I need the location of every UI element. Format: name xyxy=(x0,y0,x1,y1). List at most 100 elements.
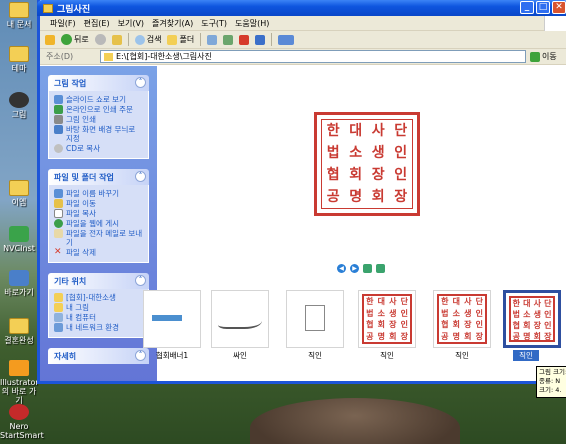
folder-icon xyxy=(9,180,29,196)
place-network[interactable]: 내 네트워크 환경 xyxy=(54,323,143,332)
seal-glyph: 법 xyxy=(441,307,449,318)
desktop-icon-wedding[interactable]: 결혼완성 xyxy=(0,318,38,345)
folders-button[interactable]: 폴더 xyxy=(167,34,194,45)
up-folder-icon[interactable] xyxy=(111,34,122,45)
panel-header[interactable]: 자세히 ˄ xyxy=(48,348,149,364)
task-rename[interactable]: 파일 이름 바꾸기 xyxy=(54,189,143,198)
toolbar: 뒤로 검색 폴더 xyxy=(40,31,566,49)
minimize-button[interactable]: _ xyxy=(520,1,534,14)
undo-icon[interactable] xyxy=(255,34,266,45)
task-label: 온라인으로 인쇄 주문 xyxy=(66,105,133,114)
desktop-icon-em[interactable]: 이엠 xyxy=(0,180,38,207)
desktop-icon-nvcinst[interactable]: NVCInst xyxy=(0,226,38,253)
seal-thumbnail-image: 한대사단법소생인협회장인공명회장 xyxy=(509,296,555,342)
seal-glyph: 공 xyxy=(326,189,340,205)
views-icon[interactable] xyxy=(278,34,295,45)
task-copy[interactable]: 파일 복사 xyxy=(54,209,143,218)
thumbnail-seal[interactable]: 한대사단법소생인협회장인공명회장 xyxy=(358,290,416,348)
panel-header[interactable]: 기타 위치 ˄ xyxy=(48,273,149,289)
task-order-prints[interactable]: 온라인으로 인쇄 주문 xyxy=(54,105,143,114)
preview-controls: ◀ ▶ xyxy=(337,264,385,273)
task-copy-cd[interactable]: CD로 복사 xyxy=(54,144,143,153)
network-icon xyxy=(54,323,63,332)
task-move[interactable]: 파일 이동 xyxy=(54,199,143,208)
thumbnail-seal[interactable]: 한대사단법소생인협회장인공명회장 xyxy=(433,290,491,348)
desktop-icon-theme[interactable]: 테마 xyxy=(0,46,38,73)
task-label: 내 네트워크 환경 xyxy=(66,323,120,332)
menu-file[interactable]: 파일(F) xyxy=(50,18,76,29)
desktop-icon-label: 테마 xyxy=(11,64,27,73)
task-delete[interactable]: ✕ 파일 삭제 xyxy=(54,247,143,258)
title-bar[interactable]: 그림사진 _ □ ✕ xyxy=(37,0,566,16)
menu-view[interactable]: 보기(V) xyxy=(118,18,144,29)
desktop-icon-shortcut[interactable]: 바로가기 xyxy=(0,270,38,297)
go-button[interactable]: 이동 xyxy=(530,51,566,62)
rotate-right-icon[interactable] xyxy=(376,264,385,273)
desktop-icon-label: 그림 xyxy=(11,110,27,119)
task-email[interactable]: 파일을 전자 메일로 보내기 xyxy=(54,229,143,247)
task-label: 바탕 화면 배경 무늬로 지정 xyxy=(66,125,136,143)
thumbnail-label: 싸인 xyxy=(233,351,247,360)
collapse-icon[interactable]: ˄ xyxy=(135,275,146,286)
seal-glyph: 인 xyxy=(475,307,483,318)
seal-glyph: 소 xyxy=(452,307,460,318)
collapse-icon[interactable]: ˄ xyxy=(135,77,146,88)
menu-favorites[interactable]: 즐겨찾기(A) xyxy=(152,18,193,29)
previous-image-icon[interactable]: ◀ xyxy=(337,264,346,273)
thumbnail-label: 직인 xyxy=(513,350,539,361)
seal-glyph: 법 xyxy=(512,309,520,319)
desktop-icon-picture[interactable]: 그림 xyxy=(0,92,38,119)
close-button[interactable]: ✕ xyxy=(552,1,566,14)
thumbnail-banner[interactable] xyxy=(143,290,201,348)
file-tasks-panel: 파일 및 폴더 작업 ˄ 파일 이름 바꾸기 파일 이동 파일 복사 파일을 웹… xyxy=(48,169,149,263)
move-to-icon[interactable] xyxy=(207,34,218,45)
place-my-pictures[interactable]: 내 그림 xyxy=(54,303,143,312)
menu-edit[interactable]: 편집(E) xyxy=(84,18,110,29)
address-value: E:\[협회]-대한소생\그림사진 xyxy=(116,52,212,61)
maximize-button[interactable]: □ xyxy=(536,1,550,14)
thumbnail-signature[interactable] xyxy=(211,290,269,348)
menu-tools[interactable]: 도구(T) xyxy=(201,18,227,29)
address-label: 주소(D) xyxy=(46,52,74,61)
task-label: 파일을 웹에 게시 xyxy=(66,219,120,228)
task-publish-web[interactable]: 파일을 웹에 게시 xyxy=(54,219,143,228)
collapse-icon[interactable]: ˄ xyxy=(135,171,146,182)
panel-header[interactable]: 그림 작업 ˄ xyxy=(48,75,149,91)
seal-glyph: 장 xyxy=(389,319,397,330)
task-label: CD로 복사 xyxy=(66,144,101,153)
thumbnail-label: 직인 xyxy=(455,351,469,360)
seal-glyph: 사 xyxy=(389,296,397,307)
place-parent-folder[interactable]: [협회]-대한소생 xyxy=(54,293,143,302)
folder-icon xyxy=(54,303,63,312)
task-print[interactable]: 그림 인쇄 xyxy=(54,115,143,124)
desktop-icon-label: NVCInst xyxy=(3,244,35,253)
menu-help[interactable]: 도움말(H) xyxy=(235,18,269,29)
desktop-icon-nero[interactable]: Nero StartSmart xyxy=(0,404,44,440)
forward-arrow-icon[interactable] xyxy=(94,34,106,45)
thumbnail-seal-selected[interactable]: 한대사단법소생인협회장인공명회장 xyxy=(503,290,561,348)
seal-image: 한대사단법소생인협회장인공명회장 xyxy=(321,119,413,209)
panel-title: 파일 및 폴더 작업 xyxy=(54,172,114,182)
task-slideshow[interactable]: 슬라이드 쇼로 보기 xyxy=(54,95,143,104)
place-my-computer[interactable]: 내 컴퓨터 xyxy=(54,313,143,322)
back-button[interactable]: 뒤로 xyxy=(61,34,89,45)
delete-icon: ✕ xyxy=(54,247,62,257)
seal-glyph: 단 xyxy=(394,123,408,139)
toolbar-separator xyxy=(271,33,273,46)
task-set-background[interactable]: 바탕 화면 배경 무늬로 지정 xyxy=(54,125,143,143)
delete-icon[interactable] xyxy=(239,34,250,45)
search-button[interactable]: 검색 xyxy=(134,34,161,45)
seal-glyph: 생 xyxy=(533,309,541,319)
details-panel: 자세히 ˄ xyxy=(48,348,149,364)
edit-icon[interactable] xyxy=(45,34,55,45)
task-label: 슬라이드 쇼로 보기 xyxy=(66,95,126,104)
desktop-icon-illustrator[interactable]: Illustrator의 바로 가기 xyxy=(0,360,39,405)
thumbnail-file[interactable] xyxy=(286,290,344,348)
next-image-icon[interactable]: ▶ xyxy=(350,264,359,273)
thumbnail-label: 협회배너1 xyxy=(155,351,189,360)
address-input[interactable]: E:\[협회]-대한소생\그림사진 xyxy=(100,50,526,63)
copy-to-icon[interactable] xyxy=(223,34,234,45)
rotate-left-icon[interactable] xyxy=(363,264,372,273)
desktop-icon-my-documents[interactable]: 내 문서 xyxy=(0,2,38,29)
panel-header[interactable]: 파일 및 폴더 작업 ˄ xyxy=(48,169,149,185)
